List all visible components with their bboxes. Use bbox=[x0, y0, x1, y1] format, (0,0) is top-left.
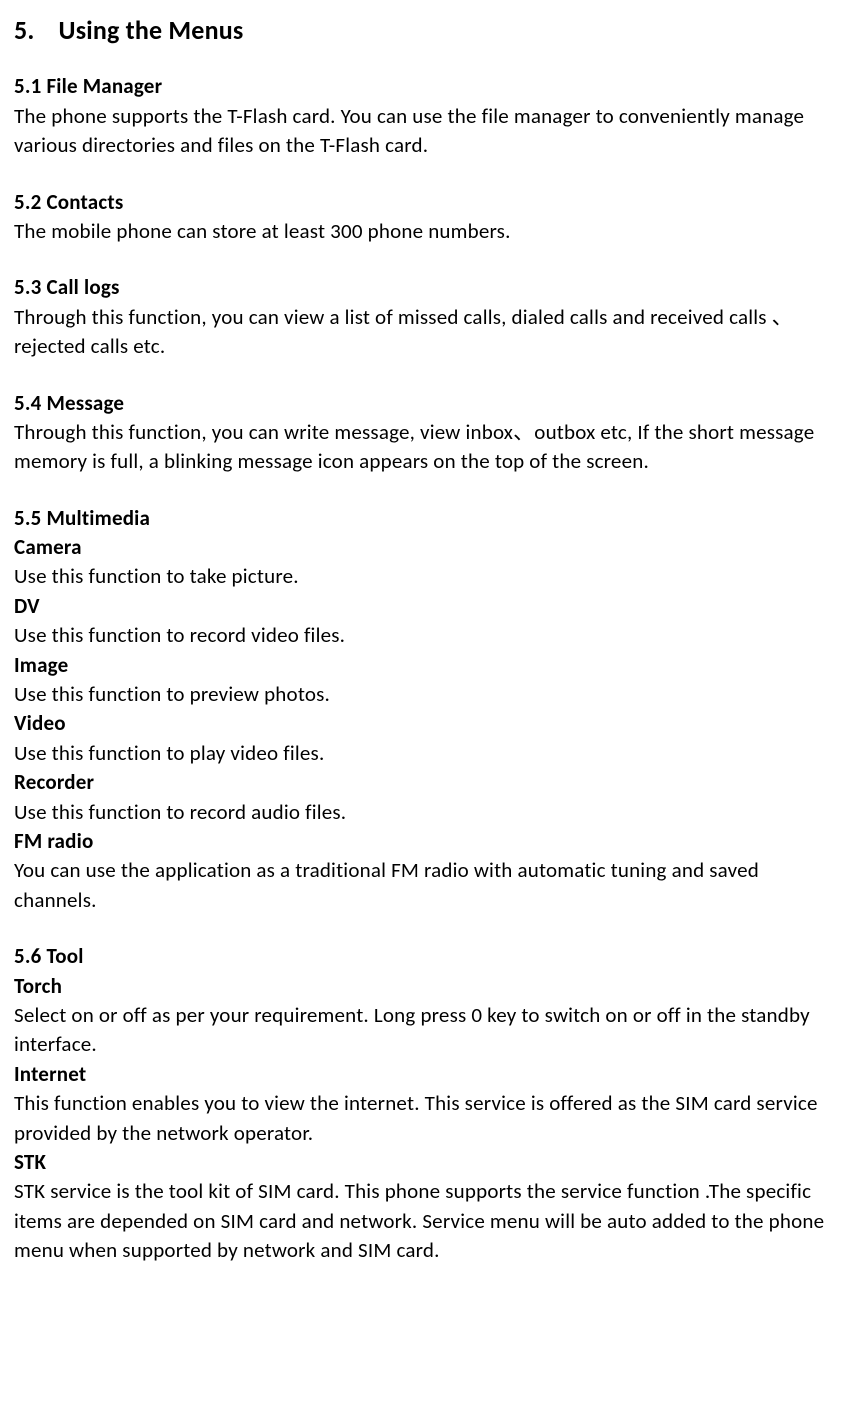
subitem-body-line1: You can use the application as a traditi… bbox=[14, 856, 844, 885]
subitem-label: Image bbox=[14, 651, 844, 680]
subitem-label: Video bbox=[14, 709, 844, 738]
subitem-internet: Internet This function enables you to vi… bbox=[14, 1060, 844, 1148]
subitem-recorder: Recorder Use this function to record aud… bbox=[14, 768, 844, 827]
subitem-dv: DV Use this function to record video fil… bbox=[14, 592, 844, 651]
subitem-body: Select on or off as per your requirement… bbox=[14, 1001, 844, 1060]
subitem-label: FM radio bbox=[14, 827, 844, 856]
section-file-manager: 5.1 File Manager The phone supports the … bbox=[14, 72, 844, 160]
section-body: The mobile phone can store at least 300 … bbox=[14, 217, 844, 246]
subitem-image: Image Use this function to preview photo… bbox=[14, 651, 844, 710]
subitem-body: Use this function to record audio files. bbox=[14, 798, 844, 827]
section-call-logs: 5.3 Call logs Through this function, you… bbox=[14, 273, 844, 361]
section-heading: 5.5 Multimedia bbox=[14, 504, 844, 533]
subitem-body: Use this function to take picture. bbox=[14, 562, 844, 591]
subitem-body: Use this function to preview photos. bbox=[14, 680, 844, 709]
section-body: Through this function, you can view a li… bbox=[14, 303, 844, 362]
subitem-body-line2: channels. bbox=[14, 886, 844, 915]
section-body: Through this function, you can write mes… bbox=[14, 418, 844, 477]
section-heading: 5.6 Tool bbox=[14, 942, 844, 971]
subitem-body: Use this function to play video files. bbox=[14, 739, 844, 768]
subitem-body: STK service is the tool kit of SIM card.… bbox=[14, 1177, 844, 1265]
section-heading: 5.3 Call logs bbox=[14, 273, 844, 302]
subitem-label: Recorder bbox=[14, 768, 844, 797]
section-tool: 5.6 Tool Torch Select on or off as per y… bbox=[14, 942, 844, 1265]
subitem-video: Video Use this function to play video fi… bbox=[14, 709, 844, 768]
subitem-label: Camera bbox=[14, 533, 844, 562]
subitem-label: Torch bbox=[14, 972, 844, 1001]
heading-number: 5. bbox=[14, 12, 35, 48]
section-contacts: 5.2 Contacts The mobile phone can store … bbox=[14, 188, 844, 247]
heading-title: Using the Menus bbox=[59, 14, 244, 46]
subitem-stk: STK STK service is the tool kit of SIM c… bbox=[14, 1148, 844, 1266]
section-heading: 5.2 Contacts bbox=[14, 188, 844, 217]
subitem-label: STK bbox=[14, 1148, 844, 1177]
subitem-body: Use this function to record video files. bbox=[14, 621, 844, 650]
section-multimedia: 5.5 Multimedia Camera Use this function … bbox=[14, 504, 844, 915]
subitem-label: Internet bbox=[14, 1060, 844, 1089]
section-message: 5.4 Message Through this function, you c… bbox=[14, 389, 844, 477]
subitem-body: This function enables you to view the in… bbox=[14, 1089, 844, 1148]
section-heading: 5.4 Message bbox=[14, 389, 844, 418]
subitem-torch: Torch Select on or off as per your requi… bbox=[14, 972, 844, 1060]
subitem-label: DV bbox=[14, 592, 844, 621]
page-heading: 5. Using the Menus bbox=[14, 12, 844, 48]
subitem-fm-radio: FM radio You can use the application as … bbox=[14, 827, 844, 915]
section-body: The phone supports the T-Flash card. You… bbox=[14, 102, 844, 161]
section-heading: 5.1 File Manager bbox=[14, 72, 844, 101]
subitem-camera: Camera Use this function to take picture… bbox=[14, 533, 844, 592]
